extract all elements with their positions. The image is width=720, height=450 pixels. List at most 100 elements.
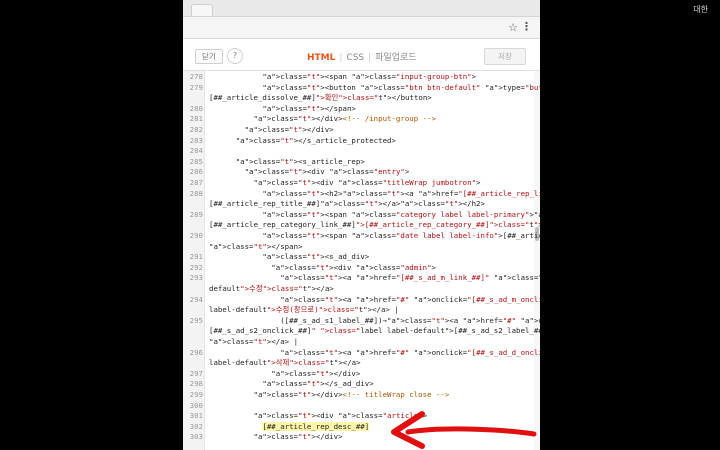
code-line[interactable]: label-default">삭제">class="t"></a> (183, 358, 533, 369)
tab-upload[interactable]: 파일업로드 (375, 53, 416, 63)
code-line[interactable]: 295 ([##_s_ad_s1_label_##])→"a">class="t… (183, 315, 540, 327)
line-number: 296 (189, 347, 203, 357)
kebab-menu-icon[interactable]: ⋮ (521, 20, 532, 33)
tab-separator: | (339, 53, 343, 63)
line-number: 294 (189, 294, 203, 304)
code-line[interactable]: 287 "a">class="t"><div "a">class="titleW… (183, 178, 533, 189)
line-number: 303 (189, 432, 203, 442)
line-number: 289 (189, 209, 203, 219)
code-line[interactable]: 299 "a">class="t"></div><!-- titleWrap c… (183, 390, 533, 401)
code-text: "a">class="t"><a "a">href="[##_s_ad_m_li… (280, 273, 540, 283)
browser-tab[interactable] (191, 4, 213, 16)
line-number: 279 (189, 82, 203, 92)
code-line[interactable]: 280 "a">class="t"></span> (183, 104, 533, 115)
code-text: [##_s_ad_s2_onclick_##]" ">class="label … (209, 326, 540, 336)
code-text: "a">class="t"></span> (209, 241, 303, 251)
code-text: "a">class="t"><h2>"a">class="t"><a "a">h… (262, 188, 540, 198)
code-text: "a">class="t"><s_article_rep> (235, 156, 365, 166)
code-line[interactable]: 291 "a">class="t"><s_ad_div> (183, 252, 533, 263)
star-icon[interactable]: ☆ (508, 21, 518, 34)
code-line[interactable]: "a">class="t"></span> (183, 242, 533, 253)
code-line[interactable]: [##_article_rep_category_link_##]">[##_a… (183, 220, 540, 231)
address-bar: ☆ ⋮ (183, 17, 540, 39)
code-line[interactable]: 279 "a">class="t"><button "a">class="btn… (183, 82, 540, 94)
code-text: "a">class="t"><a "a">href="#" "a">onclic… (280, 294, 540, 304)
code-text: "a">class="t"><div "a">class="titleWrap … (253, 178, 481, 187)
line-number: 302 (189, 421, 203, 431)
code-text: "a">class="t"><a "a">href="#" "a">onclic… (280, 347, 540, 357)
code-text: "a">class="t"><span "a">class="category … (262, 209, 540, 219)
code-editor[interactable]: 278 "a">class="t"><span "a">class="input… (183, 71, 540, 450)
help-button[interactable]: ? (227, 48, 243, 64)
line-number: 300 (189, 400, 203, 410)
code-line[interactable]: 296 "a">class="t"><a "a">href="#" "a">on… (183, 347, 540, 359)
code-text: "a">class="t"><span "a">class="date labe… (262, 231, 540, 240)
code-line[interactable]: 294 "a">class="t"><a "a">href="#" "a">on… (183, 294, 540, 306)
code-text: [##_article_rep_desc_##] (262, 421, 370, 431)
code-text: "a">class="t"></div><!-- /input-group --… (253, 114, 436, 124)
line-number: 293 (189, 273, 203, 283)
code-line[interactable]: 297 "a">class="t"></div> (183, 369, 533, 380)
code-text: "a">class="t"><span "a">class="input-gro… (262, 72, 477, 81)
code-text: "a">class="t"></div> (244, 125, 334, 134)
code-text: "a">class="t"></div><!-- titleWrap close… (253, 390, 450, 399)
code-line[interactable]: 285 "a">class="t"><s_article_rep> (183, 157, 533, 168)
line-number: 286 (189, 167, 203, 177)
line-number: 301 (189, 411, 203, 421)
code-text: "a">class="t"></s_article_protected> (235, 135, 396, 145)
line-number: 291 (189, 252, 203, 262)
code-line[interactable]: [##_article_dissolve_##]">확인">class="t">… (183, 93, 533, 104)
save-button[interactable]: 저장 (484, 48, 526, 65)
line-number: 284 (189, 146, 203, 156)
code-text: [##_article_rep_title_##]"a">class="t"><… (209, 199, 485, 209)
code-text: "a">class="t"><div "a">class="entry"> (244, 167, 410, 177)
code-text: "a">class="t"></a> | (209, 337, 299, 346)
code-line[interactable]: 281 "a">class="t"></div><!-- /input-grou… (183, 114, 533, 125)
line-number: 285 (189, 156, 203, 166)
line-number: 287 (189, 178, 203, 187)
code-line[interactable]: [##_article_rep_title_##]"a">class="t"><… (183, 199, 533, 210)
code-line[interactable]: 288 "a">class="t"><h2>"a">class="t"><a "… (183, 188, 540, 200)
tab-css[interactable]: CSS (346, 53, 364, 63)
close-button[interactable]: 닫기 (195, 49, 223, 64)
code-line[interactable]: [##_s_ad_s2_onclick_##]" ">class="label … (183, 326, 540, 337)
code-line[interactable]: 284 (183, 146, 533, 157)
code-line[interactable]: "a">class="t"></a> | (183, 337, 533, 348)
code-text: label-default">수정(창으로)">class="t"></a> | (209, 305, 399, 315)
line-number: 280 (189, 103, 203, 113)
code-line[interactable]: 298 "a">class="t"></s_ad_div> (183, 379, 533, 390)
code-text: [##_article_dissolve_##]">확인">class="t">… (209, 93, 432, 103)
code-line[interactable]: 286 "a">class="t"><div "a">class="entry"… (183, 167, 533, 178)
code-text: label-default">삭제">class="t"></a> (209, 358, 361, 368)
code-line[interactable]: default">수정">class="t"></a> (183, 284, 533, 295)
code-text: "a">class="t"></div> (271, 368, 361, 378)
code-line[interactable]: 293 "a">class="t"><a "a">href="[##_s_ad_… (183, 273, 540, 284)
editor-toolbar: 닫기 ? HTML | CSS | 파일업로드 저장 (183, 39, 540, 71)
code-line[interactable]: 290 "a">class="t"><span "a">class="date … (183, 231, 540, 242)
code-text: "a">class="t"></span> (262, 103, 356, 113)
tab-html[interactable]: HTML (307, 53, 335, 63)
line-number: 295 (189, 315, 203, 325)
line-number: 281 (189, 114, 203, 124)
side-area: 대한 (540, 0, 720, 450)
code-text: "a">class="t"></div> (253, 432, 343, 442)
code-text: ([##_s_ad_s1_label_##])→"a">class="t"><a… (209, 315, 540, 325)
code-line[interactable]: label-default">수정(창으로)">class="t"></a> | (183, 305, 533, 316)
code-line[interactable]: 278 "a">class="t"><span "a">class="input… (183, 72, 533, 83)
line-number: 298 (189, 379, 203, 389)
line-number: 297 (189, 368, 203, 378)
tab-title: 대한 (693, 5, 708, 14)
code-line[interactable]: 292 "a">class="t"><div "a">class="admin"… (183, 263, 533, 274)
line-number: 292 (189, 262, 203, 272)
code-line[interactable]: 289 "a">class="t"><span "a">class="categ… (183, 209, 540, 221)
line-number: 290 (189, 231, 203, 240)
line-number: 283 (189, 135, 203, 145)
code-line[interactable]: 282 "a">class="t"></div> (183, 125, 533, 136)
code-text: "a">class="t"><s_ad_div> (262, 252, 370, 262)
tab-bar (183, 0, 540, 17)
code-line[interactable]: 283 "a">class="t"></s_article_protected> (183, 136, 533, 147)
code-text: "a">class="t"></s_ad_div> (262, 379, 374, 389)
code-text: [##_article_rep_category_link_##]">[##_a… (209, 220, 540, 230)
tab-separator: | (368, 53, 372, 63)
line-number: 288 (189, 188, 203, 198)
